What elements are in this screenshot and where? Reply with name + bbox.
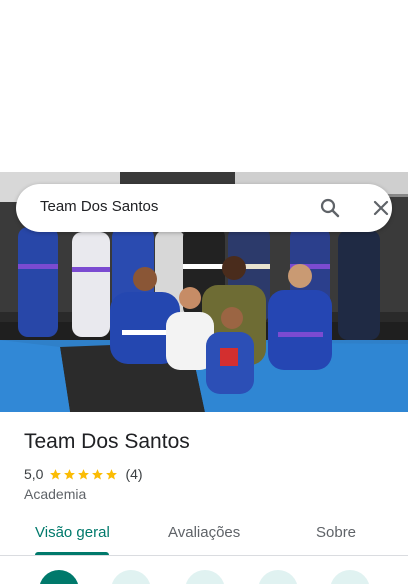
rating-row[interactable]: 5,0 (4) [24,465,143,483]
map-area[interactable] [0,0,408,172]
star-icon [64,468,76,479]
nearby-button[interactable] [185,570,225,584]
tab-reviews[interactable]: Avaliações [168,524,240,541]
share-button[interactable] [330,570,370,584]
search-input[interactable]: Team Dos Santos [40,198,158,215]
place-info-panel: Team Dos Santos 5,0 (4) Academia Visão g… [0,412,408,584]
tab-overview[interactable]: Visão geral [35,524,110,541]
tab-bar: Visão geral Avaliações Sobre [0,512,408,556]
star-rating [49,468,119,481]
star-icon [78,468,90,479]
rating-value: 5,0 [24,466,44,482]
save-button[interactable] [111,570,151,584]
place-title: Team Dos Santos [24,430,190,453]
search-icon[interactable] [318,196,342,220]
star-icon [50,468,62,479]
action-button-row [0,570,408,584]
search-bar[interactable]: Team Dos Santos [16,184,392,232]
close-icon[interactable] [369,196,393,220]
star-icon [92,468,104,479]
directions-button[interactable] [39,570,79,584]
send-to-phone-button[interactable] [258,570,298,584]
place-category: Academia [24,486,87,502]
active-tab-indicator [35,552,109,555]
star-icon [106,468,118,479]
tab-about[interactable]: Sobre [316,524,356,541]
review-count[interactable]: (4) [125,466,142,482]
